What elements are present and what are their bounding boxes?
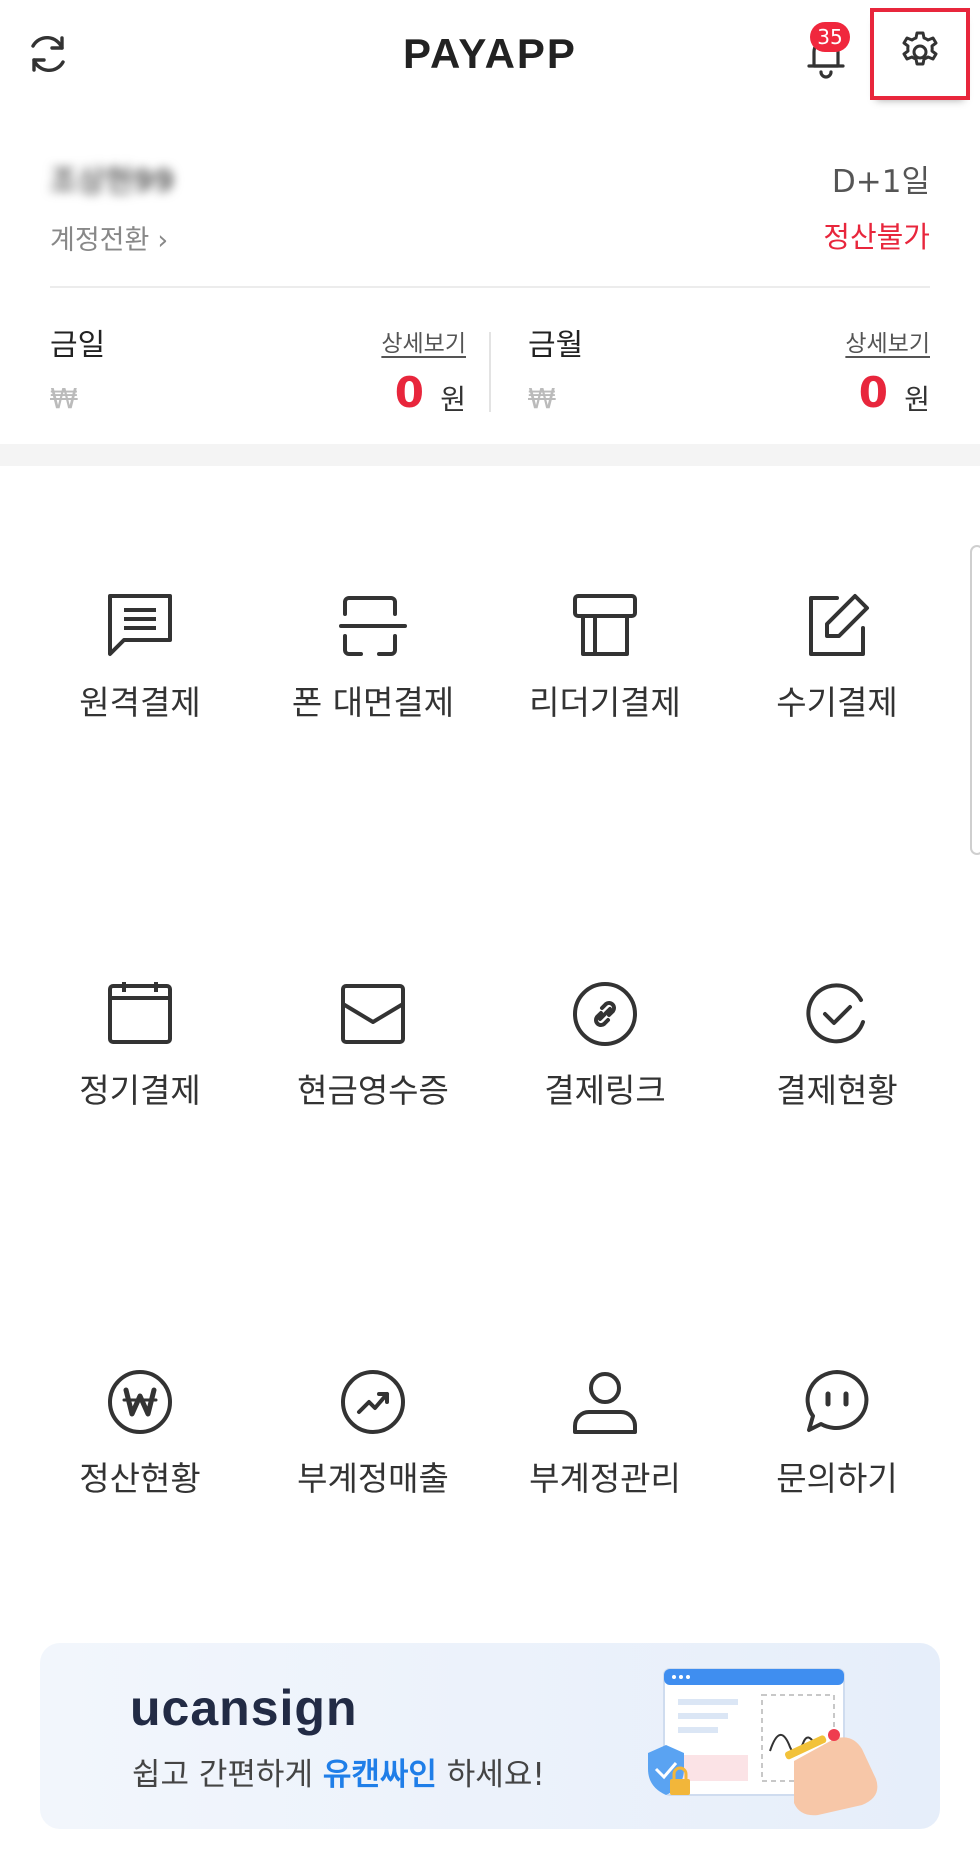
settlement-dday: D+1일 [831, 164, 930, 200]
menu-label: 결제링크 [544, 1071, 666, 1110]
settings-button[interactable] [870, 8, 970, 100]
menu-remote-payment[interactable]: 원격결제 [25, 590, 255, 790]
ucansign-logo: ucansign [130, 1680, 358, 1736]
account-switch-link[interactable]: 계정전환 › [50, 218, 168, 257]
envelope-icon [341, 984, 405, 1044]
menu-inquiry[interactable]: 문의하기 [722, 1366, 952, 1566]
menu-label: 리더기결제 [529, 683, 681, 722]
menu-cash-receipt[interactable]: 현금영수증 [258, 978, 488, 1178]
banner-text: 쉽고 간편하게 유캔싸인 하세요! [132, 1749, 545, 1794]
menu-settlement-status[interactable]: 정산현황 [25, 1366, 255, 1566]
divider [50, 286, 930, 288]
banner-text-before: 쉽고 간편하게 [132, 1757, 323, 1793]
menu-label: 정산현황 [79, 1459, 201, 1498]
menu-label: 폰 대면결제 [291, 683, 455, 722]
scroll-indicator[interactable] [970, 545, 980, 855]
today-label: 금일 [50, 328, 106, 363]
card-reader-icon [573, 594, 637, 656]
menu-manual-payment[interactable]: 수기결제 [722, 590, 952, 790]
month-amount: 0 [858, 368, 888, 417]
section-separator [0, 444, 980, 466]
menu-label: 부계정매출 [297, 1459, 449, 1498]
month-label: 금월 [528, 328, 584, 363]
notification-badge: 35 [810, 22, 850, 52]
today-unit: 원 [440, 383, 466, 416]
account-switch-label: 계정전환 [50, 225, 150, 256]
menu-label: 문의하기 [776, 1459, 898, 1498]
message-icon [108, 594, 172, 656]
app-screen: PAYAPP 35 조상현99 계정전환 › D+1일 정산불가 금일 상세보기… [0, 0, 980, 1858]
menu-label: 결제현황 [776, 1071, 898, 1110]
menu-phone-payment[interactable]: 폰 대면결제 [258, 590, 488, 790]
document-sign-illustration [648, 1668, 878, 1816]
top-bar: PAYAPP 35 [0, 0, 980, 110]
month-detail-link[interactable]: 상세보기 [845, 324, 930, 358]
menu-label: 정기결제 [79, 1071, 201, 1110]
ucansign-banner[interactable]: ucansign 쉽고 간편하게 유캔싸인 하세요! [40, 1643, 940, 1829]
account-name: 조상현99 [50, 164, 175, 199]
menu-sub-account-sales[interactable]: 부계정매출 [258, 1366, 488, 1566]
menu-label: 부계정관리 [529, 1459, 681, 1498]
won-icon: ₩ [50, 382, 78, 415]
menu-label: 원격결제 [79, 683, 201, 722]
banner-text-after: 하세요! [436, 1757, 545, 1793]
menu-label: 현금영수증 [297, 1071, 449, 1110]
calendar-icon [108, 982, 172, 1044]
won-circle-icon [108, 1370, 172, 1434]
won-icon: ₩ [528, 382, 556, 415]
menu-payment-link[interactable]: 결제링크 [490, 978, 720, 1178]
scan-icon [339, 596, 407, 656]
menu-reader-payment[interactable]: 리더기결제 [490, 590, 720, 790]
today-amount: 0 [394, 368, 424, 417]
banner-highlight: 유캔싸인 [322, 1757, 437, 1793]
user-icon [573, 1372, 637, 1434]
link-icon [573, 982, 637, 1046]
check-circle-icon [806, 983, 865, 1044]
trend-up-icon [341, 1370, 405, 1434]
month-sales: 금월 상세보기 ₩ 0 원 [528, 318, 930, 418]
menu-label: 수기결제 [776, 683, 898, 722]
settlement-status: 정산불가 [823, 220, 930, 254]
gear-icon [897, 29, 943, 79]
edit-icon [809, 594, 869, 656]
menu-recurring-payment[interactable]: 정기결제 [25, 978, 255, 1178]
chat-icon [805, 1370, 869, 1432]
today-sales: 금일 상세보기 ₩ 0 원 [50, 318, 466, 418]
today-detail-link[interactable]: 상세보기 [381, 324, 466, 358]
chevron-right-icon: › [157, 225, 169, 256]
menu-sub-account-management[interactable]: 부계정관리 [490, 1366, 720, 1566]
menu-payment-status[interactable]: 결제현황 [722, 978, 952, 1178]
vertical-divider [489, 332, 491, 412]
month-unit: 원 [904, 383, 930, 416]
